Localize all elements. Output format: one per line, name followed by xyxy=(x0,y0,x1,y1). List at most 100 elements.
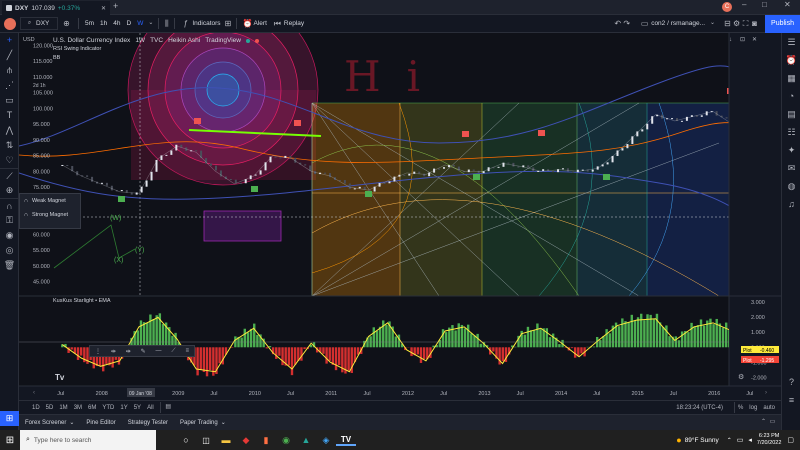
visibility-icon[interactable]: ◉ xyxy=(0,228,19,243)
app-icon-blue[interactable]: ◈ xyxy=(316,435,336,446)
chart-pane[interactable]: Hi (W) (X) (Y) 120.000 115.000 110.000 105.… xyxy=(19,33,781,400)
chevron-down-icon[interactable]: ⌄ xyxy=(146,19,155,28)
weak-magnet-option[interactable]: ∩ Weak Magnet xyxy=(20,194,80,208)
interval-d[interactable]: D xyxy=(124,20,135,27)
settings-icon[interactable]: ≡ xyxy=(185,348,189,354)
brush-icon[interactable]: ⟋ xyxy=(171,348,175,355)
weather-text[interactable]: 89°F Sunny xyxy=(685,437,719,444)
settings-gear-icon[interactable]: ⚙ xyxy=(738,373,744,381)
indicator-legend-1[interactable]: RSI Swing Indicator xyxy=(53,46,101,52)
magnet-icon[interactable]: ∩ xyxy=(0,198,19,213)
taskbar-search-box[interactable]: ⌕ Type here to search xyxy=(20,430,156,450)
candles-icon[interactable]: ⫼ xyxy=(162,19,171,28)
range-5d[interactable]: 5D xyxy=(43,405,57,411)
range-6m[interactable]: 6M xyxy=(85,405,99,411)
alerts-icon[interactable]: ⏰ xyxy=(782,51,800,69)
app-icon-teal[interactable]: ▲ xyxy=(296,435,316,445)
close-pane-icon[interactable]: ✕ xyxy=(750,36,759,45)
tradingview-taskbar-icon[interactable]: TV xyxy=(336,435,356,446)
tab-strategy-tester[interactable]: Strategy Tester xyxy=(122,420,174,426)
maximize-pane-icon[interactable]: ⊡ xyxy=(738,36,747,45)
arrow-down-icon[interactable]: ↓ xyxy=(726,36,735,45)
prediction-icon[interactable]: ⇅ xyxy=(0,138,19,153)
log-toggle[interactable]: log xyxy=(749,405,757,411)
line-style-icon[interactable]: — xyxy=(156,348,162,354)
layout-icon[interactable]: ⇹ xyxy=(126,348,131,355)
osc-legend[interactable]: KusKus Starlight • EMA xyxy=(53,298,111,304)
price-axis[interactable]: 120.000 115.000 110.000 105.000 100.000 95.00… xyxy=(33,43,53,285)
watchlist-icon[interactable]: ☰ xyxy=(782,33,800,51)
tray-chevron-icon[interactable]: ⌃ xyxy=(727,437,732,444)
clock-label[interactable]: 18:23:24 (UTC-4) xyxy=(676,405,723,411)
rectangle-icon[interactable]: ▭ xyxy=(0,93,19,108)
volume-icon[interactable]: ◂ xyxy=(748,436,752,444)
news-icon[interactable]: ☷ xyxy=(782,123,800,141)
template-icon[interactable]: ⇹ xyxy=(111,348,116,355)
tab-pine-editor[interactable]: Pine Editor xyxy=(80,420,121,426)
taskbar-clock[interactable]: 6:23 PM 7/20/2022 xyxy=(757,433,781,447)
profile-avatar[interactable] xyxy=(4,17,16,30)
help-icon[interactable]: ? xyxy=(782,373,800,391)
calendar-icon[interactable]: ▤ xyxy=(782,105,800,123)
camera-icon[interactable]: ◙ xyxy=(750,19,759,28)
windows-start-icon[interactable]: ⊞ xyxy=(0,435,20,446)
ideas-icon[interactable]: ✦ xyxy=(782,141,800,159)
minimize-icon[interactable]: – xyxy=(742,0,746,9)
rectangle-drawing[interactable] xyxy=(203,210,282,242)
auto-toggle[interactable]: auto xyxy=(763,405,775,411)
file-explorer-icon[interactable]: ▬ xyxy=(216,435,236,445)
percent-toggle[interactable]: % xyxy=(738,405,743,411)
grid-layout-icon[interactable]: ⊟ xyxy=(723,19,732,28)
range-1d[interactable]: 1D xyxy=(29,405,43,411)
publish-button[interactable]: Publish xyxy=(765,14,800,33)
chevron-down-icon[interactable]: ⌄ xyxy=(708,19,717,28)
layout-button[interactable]: ▭ con2 / rsmanage... xyxy=(637,19,708,28)
range-1y[interactable]: 1Y xyxy=(117,405,130,411)
drag-handle-icon[interactable]: ⋮ xyxy=(95,348,101,355)
trash-icon[interactable]: 🗑 xyxy=(0,258,19,273)
gann-fan-icon[interactable]: ⋰ xyxy=(0,78,19,93)
range-ytd[interactable]: YTD xyxy=(99,405,117,411)
maximize-icon[interactable]: □ xyxy=(762,0,767,9)
gann-box-drawing[interactable] xyxy=(311,102,757,296)
text-icon[interactable]: T xyxy=(0,108,19,123)
eye-icon[interactable]: ◎ xyxy=(0,243,19,258)
templates-icon[interactable]: ⊞ xyxy=(224,19,233,28)
chat-icon[interactable]: ✉ xyxy=(782,159,800,177)
icons-icon[interactable]: ♡ xyxy=(0,153,19,168)
range-1m[interactable]: 1M xyxy=(56,405,70,411)
indicators-button[interactable]: ƒ Indicators xyxy=(178,19,223,28)
task-view-icon[interactable]: ○ xyxy=(176,435,196,445)
network-icon[interactable]: ▭ xyxy=(737,436,744,444)
maximize-panel-icon[interactable]: ▭ xyxy=(768,418,777,427)
undo-icon[interactable]: ↶ xyxy=(613,19,622,28)
tab-forex-screener[interactable]: Forex Screener ⌄ xyxy=(19,419,80,427)
new-tab-button[interactable]: + xyxy=(113,1,118,11)
app-icon-orange[interactable]: ▮ xyxy=(256,435,276,446)
ruler-icon[interactable]: ⟋ xyxy=(0,168,19,183)
range-5y[interactable]: 5Y xyxy=(131,405,144,411)
lock-drawings-icon[interactable]: ⚿ xyxy=(0,213,19,228)
trendline-icon[interactable]: ╱ xyxy=(0,48,19,63)
streams-icon[interactable]: ◍ xyxy=(782,177,800,195)
close-window-icon[interactable]: ✕ xyxy=(784,0,791,9)
dom-icon[interactable]: ≡ xyxy=(782,391,800,409)
redo-icon[interactable]: ↷ xyxy=(622,19,631,28)
chrome-icon[interactable]: ◉ xyxy=(276,435,296,446)
pattern-icon[interactable]: ⋀ xyxy=(0,123,19,138)
zoom-in-icon[interactable]: ⊕ xyxy=(0,183,19,198)
interval-w[interactable]: W xyxy=(134,20,146,27)
browser-tab[interactable]: DXY 107.039 +0.37% ✕ xyxy=(2,1,110,15)
scroll-left-icon[interactable]: ‹ xyxy=(33,390,35,396)
symbol-search-button[interactable]: ⌕ DXY xyxy=(20,17,58,30)
app-icon-red[interactable]: ◆ xyxy=(236,435,256,446)
data-window-icon[interactable]: ▦ xyxy=(782,69,800,87)
pencil-icon[interactable]: ✎ xyxy=(141,348,146,355)
collapse-panel-icon[interactable]: ⌃ xyxy=(759,418,768,427)
interval-1h[interactable]: 1h xyxy=(97,20,110,27)
scroll-right-icon[interactable]: › xyxy=(765,390,767,396)
legend-title[interactable]: U.S. Dollar Currency Index xyxy=(53,37,130,44)
interval-4h[interactable]: 4h xyxy=(110,20,123,27)
goto-date-icon[interactable]: ▤ xyxy=(164,403,173,412)
notifications-icon[interactable]: ♫ xyxy=(782,195,800,213)
